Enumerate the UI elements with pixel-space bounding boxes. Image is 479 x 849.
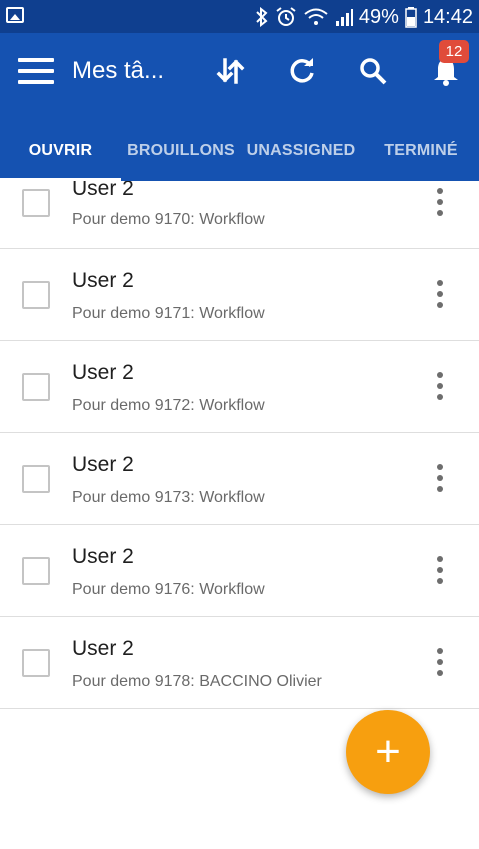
- task-checkbox[interactable]: [22, 465, 50, 493]
- notification-count-badge: 12: [439, 40, 469, 63]
- tab-ouvrir[interactable]: OUVRIR: [0, 121, 121, 181]
- task-title: User 2: [72, 361, 134, 384]
- tab-brouillons[interactable]: BROUILLONS: [121, 121, 241, 181]
- task-row[interactable]: User 2 Pour demo 9172: Workflow: [0, 341, 479, 433]
- status-icons: 49% 14:42: [255, 4, 473, 30]
- wifi-icon: [304, 8, 328, 25]
- more-options-icon[interactable]: [430, 372, 450, 408]
- task-checkbox[interactable]: [22, 189, 50, 217]
- gallery-icon: [6, 7, 24, 23]
- more-options-icon[interactable]: [430, 188, 450, 224]
- more-options-icon[interactable]: [430, 464, 450, 500]
- task-subtitle: Pour demo 9176: Workflow: [72, 581, 265, 598]
- more-options-icon[interactable]: [430, 556, 450, 592]
- task-row[interactable]: User 2 Pour demo 9173: Workflow: [0, 433, 479, 525]
- add-task-button[interactable]: +: [346, 710, 430, 794]
- status-bar: 49% 14:42: [0, 0, 479, 33]
- task-subtitle: Pour demo 9170: Workflow: [72, 211, 265, 228]
- task-row[interactable]: User 2 Pour demo 9171: Workflow: [0, 249, 479, 341]
- task-title: User 2: [72, 545, 134, 568]
- page-title: Mes tâ...: [72, 57, 165, 84]
- task-subtitle: Pour demo 9173: Workflow: [72, 489, 265, 506]
- clock-time: 14:42: [422, 5, 473, 28]
- search-icon[interactable]: [355, 53, 391, 89]
- task-title: User 2: [72, 453, 134, 476]
- battery-icon: [405, 7, 417, 28]
- bluetooth-icon: [256, 7, 268, 27]
- tab-bar: OUVRIR BROUILLONS UNASSIGNED TERMINÉ: [0, 121, 479, 181]
- task-row[interactable]: User 2 Pour demo 9178: BACCINO Olivier: [0, 617, 479, 709]
- task-title: User 2: [72, 269, 134, 292]
- alarm-icon: [276, 7, 296, 26]
- task-subtitle: Pour demo 9178: BACCINO Olivier: [72, 673, 322, 690]
- task-subtitle: Pour demo 9172: Workflow: [72, 397, 265, 414]
- task-checkbox[interactable]: [22, 281, 50, 309]
- battery-percent: 49%: [358, 5, 399, 28]
- task-checkbox[interactable]: [22, 557, 50, 585]
- task-checkbox[interactable]: [22, 649, 50, 677]
- more-options-icon[interactable]: [430, 648, 450, 684]
- tab-termine[interactable]: TERMINÉ: [361, 121, 479, 181]
- task-subtitle: Pour demo 9171: Workflow: [72, 305, 265, 322]
- tab-unassigned[interactable]: UNASSIGNED: [241, 121, 361, 181]
- refresh-icon[interactable]: [284, 53, 320, 89]
- app-bar: Mes tâ... 12 OUVRIR BROUILLONS UNASSIGNE…: [0, 33, 479, 181]
- task-title: User 2: [72, 181, 134, 200]
- task-checkbox[interactable]: [22, 373, 50, 401]
- task-title: User 2: [72, 637, 134, 660]
- sort-icon[interactable]: [212, 53, 248, 89]
- signal-icon: [335, 9, 353, 26]
- task-row[interactable]: User 2 Pour demo 9176: Workflow: [0, 525, 479, 617]
- menu-icon[interactable]: [18, 58, 54, 84]
- task-row[interactable]: User 2 Pour demo 9170: Workflow: [0, 181, 479, 249]
- more-options-icon[interactable]: [430, 280, 450, 316]
